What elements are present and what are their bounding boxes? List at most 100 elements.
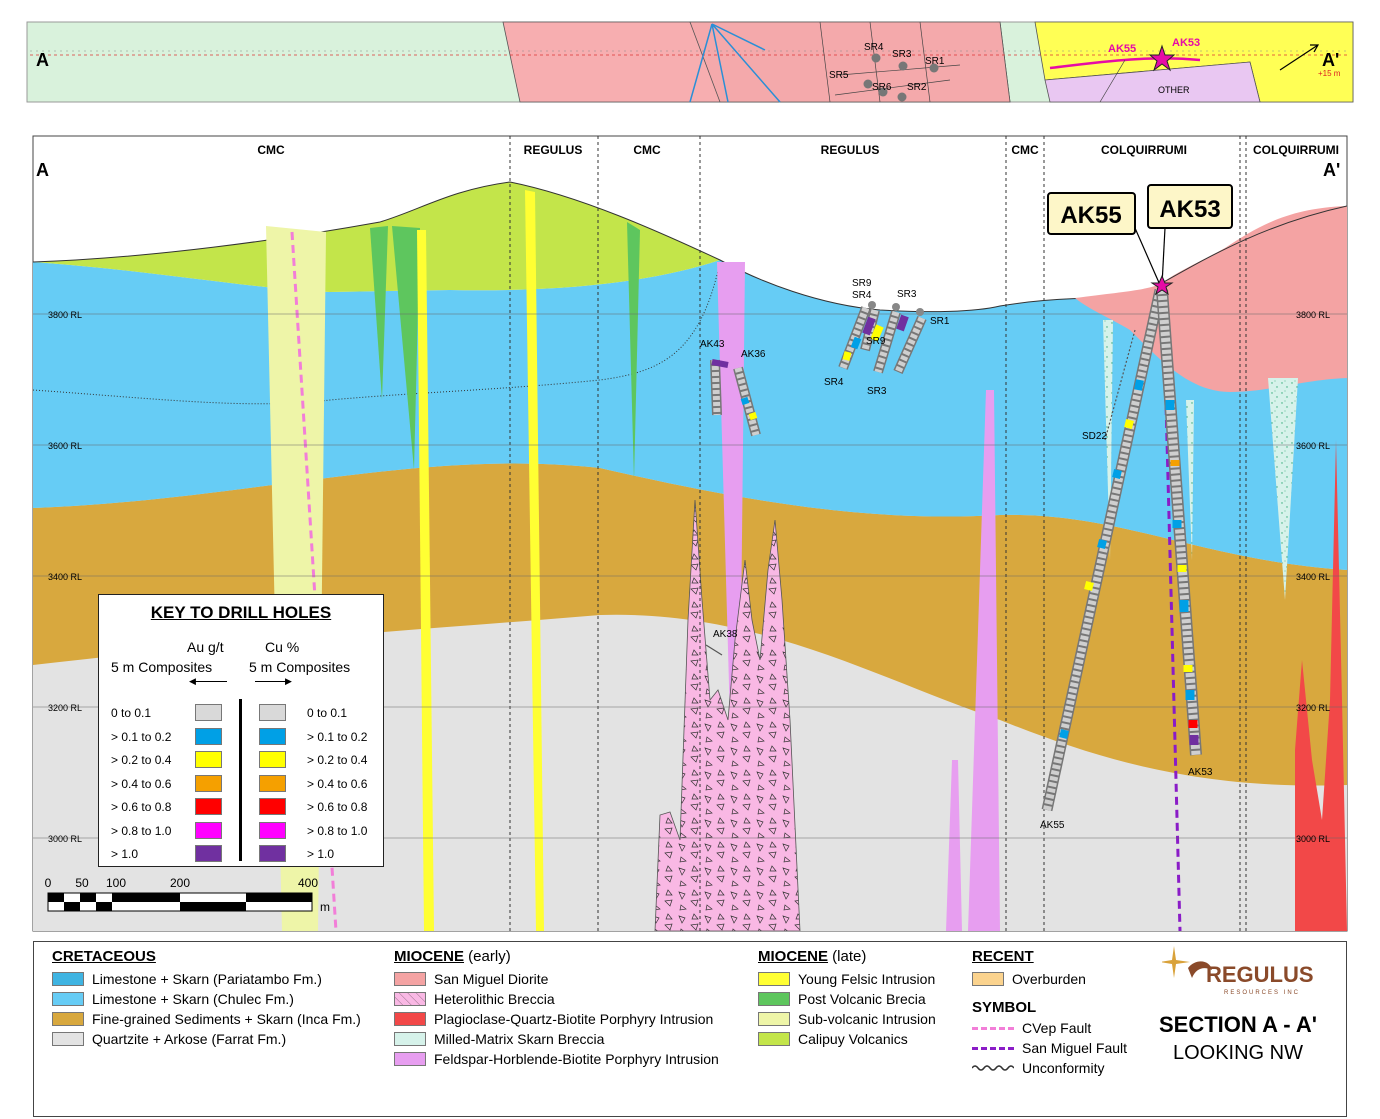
regulus-logo-icon: REGULUS RESOURCES INC bbox=[1160, 946, 1314, 996]
zone-label: COLQUIRRUMI bbox=[1253, 143, 1339, 157]
legend-item: San Miguel Fault bbox=[972, 1038, 1127, 1058]
zone-label: CMC bbox=[257, 143, 285, 157]
scale-tick: 200 bbox=[170, 876, 190, 890]
hole-label-sr9-lower: SR9 bbox=[866, 336, 886, 347]
hole-label-sr1: SR1 bbox=[930, 316, 950, 327]
legend-item: Overburden bbox=[972, 969, 1127, 989]
key-au-swatch bbox=[195, 727, 222, 745]
key-au-swatch bbox=[195, 774, 222, 792]
legend-swatch bbox=[394, 972, 426, 986]
legend-symbol-swatch bbox=[972, 1046, 1014, 1050]
legend-heading: MIOCENE bbox=[758, 948, 829, 965]
zone-label: COLQUIRRUMI bbox=[1101, 143, 1187, 157]
key-au-range: > 0.6 to 0.8 bbox=[111, 800, 172, 814]
legend-item-label: Feldspar-Horblende-Biotite Porphyry Intr… bbox=[434, 1051, 719, 1067]
elevation-label-right: 3800 RL bbox=[1296, 310, 1330, 320]
legend-heading: CRETACEOUS bbox=[52, 948, 156, 965]
hole-label-sr3: SR3 bbox=[897, 289, 917, 300]
legend-symbol-swatch bbox=[972, 1026, 1014, 1030]
legend-swatch bbox=[758, 1012, 790, 1026]
zone-label: REGULUS bbox=[821, 143, 880, 157]
legend-item-label: Limestone + Skarn (Pariatambo Fm.) bbox=[92, 971, 322, 987]
legend-swatch bbox=[52, 992, 84, 1006]
key-au-range: > 0.8 to 1.0 bbox=[111, 823, 172, 838]
key-arrow-left-icon bbox=[191, 681, 227, 682]
plan-hole-label-ak53: AK53 bbox=[1172, 37, 1200, 49]
plan-sr-label: SR5 bbox=[829, 70, 849, 81]
legend-item: Limestone + Skarn (Chulec Fm.) bbox=[52, 989, 361, 1009]
zone-label: CMC bbox=[1011, 143, 1039, 157]
legend-item-label: San Miguel Diorite bbox=[434, 971, 549, 987]
drill-hole-key: KEY TO DRILL HOLES Au g/t 5 m Composites… bbox=[98, 594, 384, 867]
legend-item: CVep Fault bbox=[972, 1018, 1127, 1038]
legend-symbol-heading: SYMBOL bbox=[972, 999, 1037, 1016]
key-cu-swatch bbox=[259, 774, 286, 792]
legend-swatch bbox=[52, 1032, 84, 1046]
plan-sr-label: SR6 bbox=[872, 82, 892, 93]
key-au-swatch bbox=[195, 845, 222, 862]
key-row: > 0.2 to 0.4 > 0.2 to 0.4 bbox=[99, 750, 383, 770]
legend-swatch bbox=[52, 1012, 84, 1026]
key-cu-range: > 0.6 to 0.8 bbox=[307, 800, 368, 814]
hole-label-sd22: SD22 bbox=[1082, 431, 1107, 442]
legend-item: Calipuy Volcanics bbox=[758, 1029, 936, 1049]
key-cu-swatch bbox=[259, 845, 286, 862]
key-arrow-left-icon-head: ◀ bbox=[189, 676, 196, 686]
key-au-swatch bbox=[195, 704, 222, 721]
plan-hole-label-ak55: AK55 bbox=[1108, 43, 1136, 55]
elevation-label-left: 3800 RL bbox=[48, 310, 82, 320]
legend-swatch bbox=[972, 972, 1004, 986]
hole-label-sr4-lower: SR4 bbox=[824, 377, 844, 388]
legend-swatch bbox=[394, 1032, 426, 1046]
legend-swatch bbox=[394, 1012, 426, 1026]
legend-panel: CRETACEOUS Limestone + Skarn (Pariatambo… bbox=[33, 941, 1347, 1117]
legend-item: Limestone + Skarn (Pariatambo Fm.) bbox=[52, 969, 361, 989]
elevation-label-left: 3400 RL bbox=[48, 572, 82, 582]
legend-heading: RECENT bbox=[972, 948, 1034, 965]
plan-offset-note: +15 m bbox=[1318, 69, 1341, 78]
section-right-label: A' bbox=[1323, 160, 1340, 180]
zone-label: REGULUS bbox=[524, 143, 583, 157]
key-cu-range: > 0.4 to 0.6 bbox=[307, 776, 368, 791]
key-au-range: > 0.4 to 0.6 bbox=[111, 776, 172, 791]
hole-label-ak55: AK55 bbox=[1040, 820, 1065, 831]
legend-item: Sub-volcanic Intrusion bbox=[758, 1009, 936, 1029]
legend-item-label: Quartzite + Arkose (Farrat Fm.) bbox=[92, 1031, 287, 1047]
key-au-swatch bbox=[195, 821, 222, 839]
legend-item-label: Calipuy Volcanics bbox=[798, 1031, 908, 1047]
hole-label-sr9: SR9 bbox=[852, 278, 872, 289]
legend-swatch bbox=[758, 1032, 790, 1046]
legend-item-label: Plagioclase-Quartz-Biotite Porphyry Intr… bbox=[434, 1011, 714, 1027]
key-cu-swatch bbox=[259, 821, 286, 839]
key-au-sub: 5 m Composites bbox=[111, 659, 213, 675]
legend-item: Plagioclase-Quartz-Biotite Porphyry Intr… bbox=[394, 1009, 719, 1029]
legend-item-label: Post Volcanic Brecia bbox=[798, 991, 926, 1007]
legend-swatch bbox=[394, 992, 426, 1006]
key-row: > 0.6 to 0.8 > 0.6 to 0.8 bbox=[99, 797, 383, 817]
zone-label: CMC bbox=[633, 143, 661, 157]
hole-label-ak38: AK38 bbox=[713, 629, 738, 640]
key-cu-swatch bbox=[259, 798, 286, 815]
legend-item-label: San Miguel Fault bbox=[1022, 1040, 1128, 1056]
callout-label-ak55: AK55 bbox=[1060, 202, 1121, 229]
key-cu-label: Cu % bbox=[265, 639, 300, 655]
scale-tick: 0 bbox=[45, 876, 52, 890]
legend-miocene-early: MIOCENE (early) San Miguel Diorite Hetero… bbox=[394, 948, 719, 1069]
legend-item-label: Overburden bbox=[1012, 971, 1086, 987]
legend-heading-sub: (early) bbox=[464, 948, 511, 965]
elevation-label-right: 3600 RL bbox=[1296, 441, 1330, 451]
scale-unit: m bbox=[320, 900, 330, 914]
legend-item-label: Unconformity bbox=[1022, 1060, 1105, 1076]
legend-item-label: Limestone + Skarn (Chulec Fm.) bbox=[92, 991, 294, 1007]
key-au-range: > 0.2 to 0.4 bbox=[111, 753, 172, 767]
legend-item-label: Heterolithic Breccia bbox=[434, 991, 555, 1007]
key-au-range: > 1.0 bbox=[111, 847, 139, 861]
legend-item-label: Sub-volcanic Intrusion bbox=[798, 1011, 936, 1027]
key-au-range: > 0.1 to 0.2 bbox=[111, 729, 172, 744]
key-arrow-right-icon-head: ▶ bbox=[285, 676, 292, 686]
key-au-swatch bbox=[195, 751, 222, 768]
hole-label-sr3-lower: SR3 bbox=[867, 386, 887, 397]
legend-cretaceous: CRETACEOUS Limestone + Skarn (Pariatambo… bbox=[52, 948, 361, 1049]
scale-tick: 50 bbox=[75, 876, 89, 890]
plan-left-label: A bbox=[36, 50, 49, 70]
